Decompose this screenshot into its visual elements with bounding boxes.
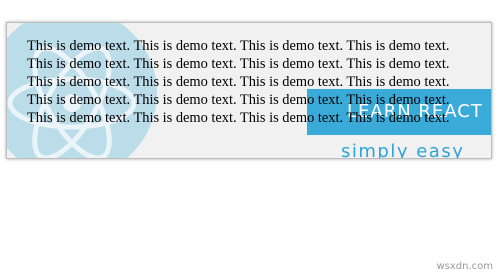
demo-container: LEARN REACT simply easy This is demo tex… — [6, 22, 492, 159]
brand-tagline: simply easy — [341, 141, 465, 159]
demo-paragraph: This is demo text. This is demo text. Th… — [27, 38, 450, 126]
site-watermark: wsxdn.com — [436, 261, 493, 272]
